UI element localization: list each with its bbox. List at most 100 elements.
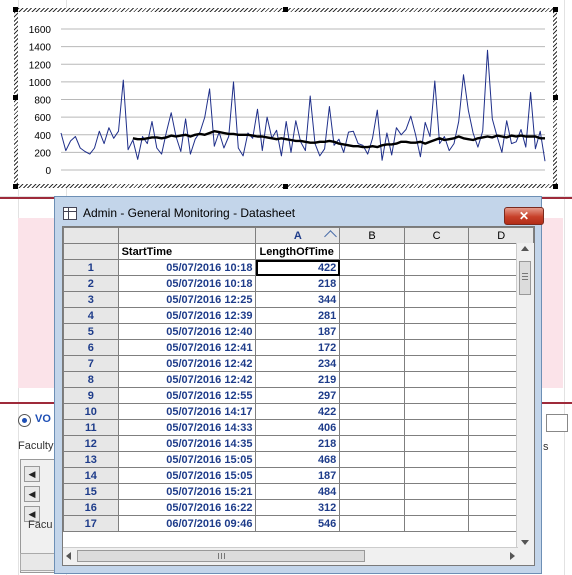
length-cell[interactable]: 219 [255,371,341,388]
empty-cell[interactable] [403,483,470,500]
starttime-cell[interactable]: 05/07/2016 14:17 [117,403,257,420]
scroll-right-arrow-icon[interactable] [510,552,515,560]
row-number[interactable]: 7 [63,355,119,372]
resize-handle[interactable] [553,7,558,12]
text-field[interactable] [546,414,568,432]
scroll-down-arrow-icon[interactable] [521,540,529,545]
row-number[interactable]: 1 [63,259,119,276]
empty-cell[interactable] [403,291,470,308]
length-cell[interactable]: 297 [255,387,341,404]
column-header-c[interactable]: C [403,227,470,244]
subform-scrollbar[interactable] [20,553,58,571]
empty-cell[interactable] [339,419,405,436]
empty-cell[interactable] [339,435,405,452]
length-cell[interactable]: 344 [255,291,341,308]
empty-cell[interactable] [339,483,405,500]
length-cell[interactable]: 312 [255,499,341,516]
empty-cell[interactable] [403,323,470,340]
starttime-cell[interactable]: 05/07/2016 12:42 [117,371,257,388]
empty-cell[interactable] [403,387,470,404]
starttime-cell[interactable]: 05/07/2016 15:21 [117,483,257,500]
empty-cell[interactable] [403,259,470,276]
length-cell[interactable]: 422 [255,403,341,420]
empty-cell[interactable] [403,499,470,516]
empty-cell[interactable] [339,259,405,276]
empty-cell[interactable] [339,515,405,532]
empty-cell[interactable] [403,339,470,356]
empty-cell[interactable] [339,307,405,324]
starttime-cell[interactable]: 05/07/2016 12:41 [117,339,257,356]
field-name-starttime[interactable]: StartTime [117,243,257,260]
row-number[interactable]: 13 [63,451,119,468]
column-header-a[interactable]: A [255,227,341,244]
empty-cell[interactable] [403,451,470,468]
empty-cell[interactable] [339,243,405,260]
starttime-cell[interactable]: 05/07/2016 12:25 [117,291,257,308]
datasheet-window[interactable]: Admin - General Monitoring - Datasheet ✕… [54,196,544,574]
empty-cell[interactable] [339,291,405,308]
row-number[interactable]: 9 [63,387,119,404]
length-cell[interactable]: 218 [255,275,341,292]
empty-cell[interactable] [403,467,470,484]
length-cell[interactable]: 422 [255,259,341,276]
empty-cell[interactable] [339,339,405,356]
row-number[interactable]: 10 [63,403,119,420]
starttime-cell[interactable]: 05/07/2016 15:05 [117,467,257,484]
starttime-cell[interactable]: 05/07/2016 12:55 [117,387,257,404]
length-cell[interactable]: 546 [255,515,341,532]
starttime-cell[interactable]: 05/07/2016 16:22 [117,499,257,516]
empty-cell[interactable] [339,355,405,372]
length-cell[interactable]: 484 [255,483,341,500]
scroll-up-arrow-icon[interactable] [521,246,529,251]
close-button[interactable]: ✕ [504,207,544,225]
record-selector[interactable]: ◀ [24,466,40,482]
row-header[interactable] [63,243,119,260]
row-number[interactable]: 17 [63,515,119,532]
scroll-thumb[interactable] [519,261,531,295]
resize-handle[interactable] [13,184,18,189]
empty-cell[interactable] [403,307,470,324]
vertical-scrollbar[interactable] [516,243,534,548]
empty-cell[interactable] [403,419,470,436]
corner-cell[interactable] [63,227,119,244]
row-number[interactable]: 12 [63,435,119,452]
resize-handle[interactable] [553,184,558,189]
empty-cell[interactable] [403,403,470,420]
row-number[interactable]: 16 [63,499,119,516]
length-cell[interactable]: 172 [255,339,341,356]
empty-cell[interactable] [403,275,470,292]
empty-cell[interactable] [403,515,470,532]
column-header-d[interactable]: D [468,227,534,244]
scroll-left-arrow-icon[interactable] [66,552,71,560]
row-number[interactable]: 3 [63,291,119,308]
empty-cell[interactable] [403,355,470,372]
column-header-b[interactable]: B [339,227,405,244]
empty-cell[interactable] [403,371,470,388]
length-cell[interactable]: 218 [255,435,341,452]
field-name-lengthoftime[interactable]: LengthOfTime [255,243,341,260]
record-selector[interactable]: ◀ [24,486,40,502]
starttime-cell[interactable]: 06/07/2016 09:46 [117,515,257,532]
row-number[interactable]: 11 [63,419,119,436]
starttime-cell[interactable]: 05/07/2016 12:42 [117,355,257,372]
window-titlebar[interactable]: Admin - General Monitoring - Datasheet ✕ [61,202,544,225]
starttime-cell[interactable]: 05/07/2016 14:33 [117,419,257,436]
starttime-cell[interactable]: 05/07/2016 10:18 [117,259,257,276]
empty-cell[interactable] [339,467,405,484]
empty-cell[interactable] [339,387,405,404]
row-number[interactable]: 14 [63,467,119,484]
length-cell[interactable]: 281 [255,307,341,324]
empty-cell[interactable] [339,371,405,388]
row-number[interactable]: 6 [63,339,119,356]
starttime-cell[interactable]: 05/07/2016 12:39 [117,307,257,324]
empty-cell[interactable] [339,403,405,420]
resize-handle[interactable] [553,95,558,100]
radio-button[interactable] [18,414,31,427]
row-number[interactable]: 5 [63,323,119,340]
length-cell[interactable]: 406 [255,419,341,436]
resize-handle[interactable] [283,184,288,189]
length-cell[interactable]: 187 [255,467,341,484]
scroll-thumb[interactable] [77,550,365,562]
column-header-blank[interactable] [117,227,257,244]
starttime-cell[interactable]: 05/07/2016 10:18 [117,275,257,292]
